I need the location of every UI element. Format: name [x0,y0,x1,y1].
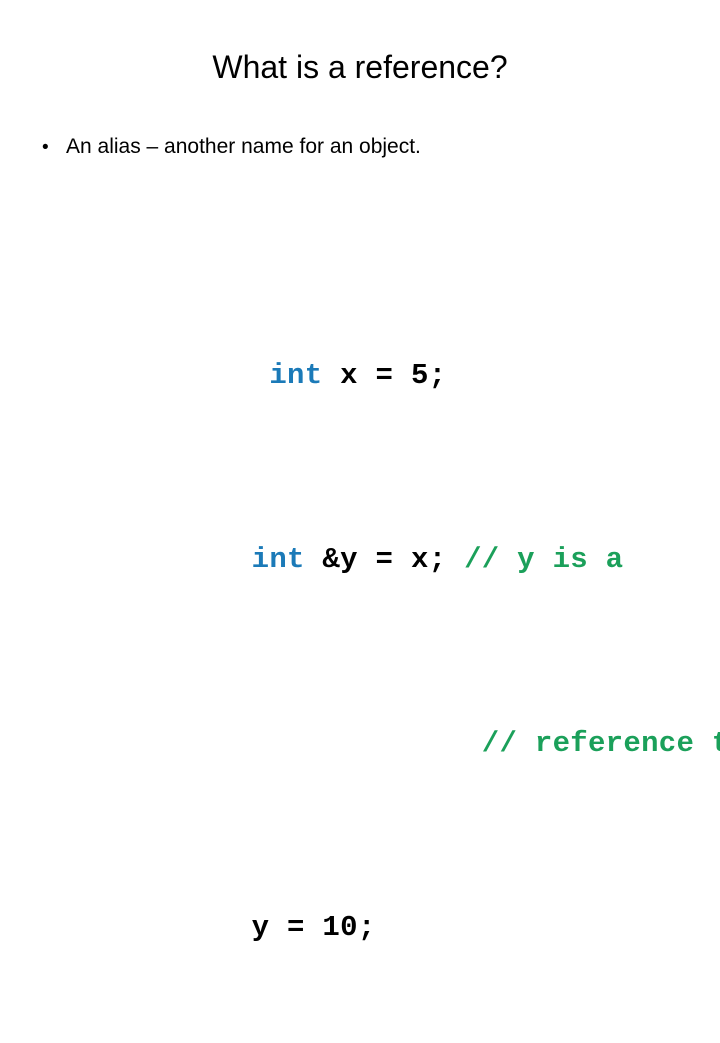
code-keyword: int [251,543,305,576]
code-comment: // y is a [464,543,624,576]
bullet-item-label: An alias – another name for an object. [66,135,421,158]
page-title: What is a reference? [212,49,508,85]
code-text: y = 10; [251,911,376,944]
code-line: int x = 5; [110,307,720,392]
code-comment: // reference to x [481,727,720,760]
code-line: y = 10; [110,859,720,944]
code-line: int &y = x; // y is a [110,491,720,576]
slide-body: • An alias – another name for an object.… [0,132,720,1043]
code-line: // reference to x [110,675,720,760]
bullet-list-item: • An alias – another name for an object. [0,132,720,163]
slide-canvas: What is a reference? • An alias – anothe… [0,0,720,944]
code-sample: int x = 5; int &y = x; // y is a // refe… [0,169,720,1043]
code-text: &y = x; [304,543,465,576]
code-text: x = 5; [322,359,447,392]
bullet-marker-icon: • [42,137,49,158]
code-keyword: int [269,359,323,392]
